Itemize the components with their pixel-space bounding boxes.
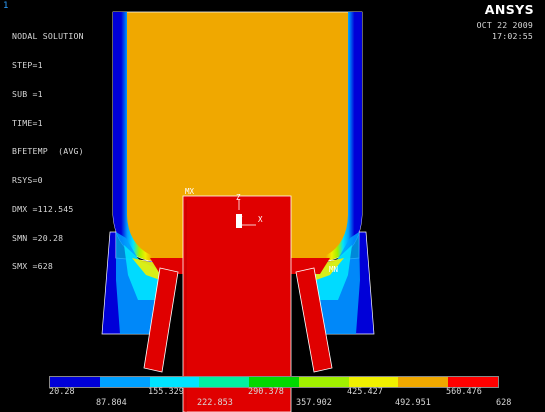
triad-z-label: Z (236, 193, 241, 202)
solution-info-panel: NODAL SOLUTION STEP=1 SUB =1 TIME=1 BFET… (12, 13, 84, 291)
legend-swatch-9 (448, 377, 499, 387)
legend-label: 20.28 (49, 387, 75, 397)
graphics-viewport[interactable]: 1 NODAL SOLUTION STEP=1 SUB =1 TIME=1 BF… (0, 0, 545, 412)
timestamp: OCT 22 2009 17:02:55 (477, 20, 533, 41)
info-line-sub: SUB =1 (12, 88, 43, 99)
info-line-step: STEP=1 (12, 59, 43, 70)
legend-swatch-2 (99, 377, 150, 387)
triad-y-label: Y (238, 215, 243, 224)
info-line-smx: SMX =628 (12, 261, 54, 272)
legend-label: 155.329 (148, 387, 184, 397)
timestamp-date: OCT 22 2009 (476, 20, 533, 30)
legend-label: 290.378 (248, 387, 284, 397)
legend-label: 357.902 (296, 398, 332, 408)
legend-label: 560.476 (446, 387, 482, 397)
min-marker: MN (329, 265, 339, 274)
legend-swatch-5 (249, 377, 299, 387)
legend-label: 222.853 (197, 398, 233, 408)
info-line-bfetemp: BFETEMP (AVG) (12, 146, 84, 157)
solution-title: NODAL SOLUTION (12, 31, 84, 42)
info-line-smn: SMN =20.28 (12, 232, 64, 243)
legend-label: 87.804 (96, 398, 127, 408)
legend-swatch-7 (348, 377, 399, 387)
legend-swatch-6 (298, 377, 349, 387)
legend-swatch-8 (398, 377, 449, 387)
legend-label: 425.427 (347, 387, 383, 397)
timestamp-time: 17:02:55 (491, 30, 533, 41)
triad-x-label: X (258, 215, 263, 224)
max-marker: MX (185, 187, 195, 196)
legend-swatch-4 (199, 377, 250, 387)
legend-swatch-1 (50, 377, 100, 387)
legend-swatch-3 (149, 377, 200, 387)
legend-label: 492.951 (395, 398, 431, 408)
info-line-dmx: DMX =112.545 (12, 203, 74, 214)
info-line-rsys: RSYS=0 (12, 175, 43, 186)
info-line-time: TIME=1 (12, 117, 43, 128)
ansys-logo: ANSYS (484, 2, 534, 17)
window-number: 1 (3, 1, 9, 11)
legend-label: 628 (496, 398, 512, 408)
